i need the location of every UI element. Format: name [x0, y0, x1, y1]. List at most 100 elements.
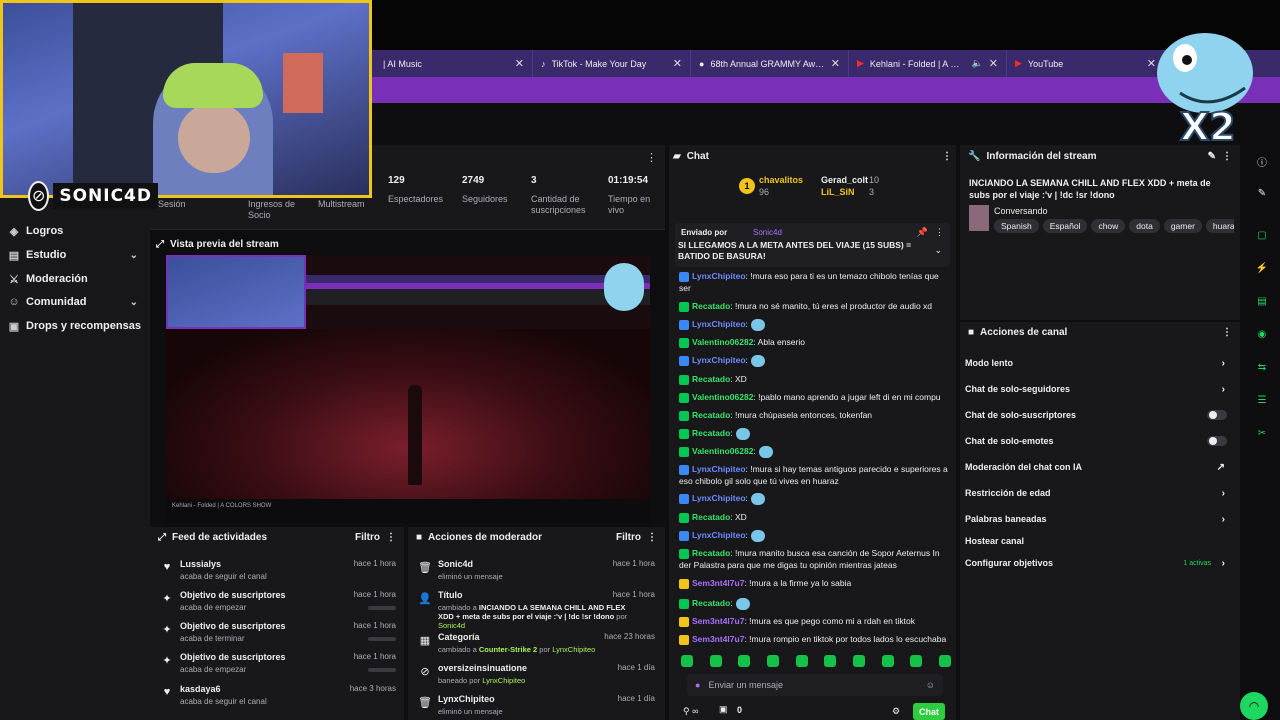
pin-icon[interactable]: 📌 — [917, 227, 928, 238]
feed-item[interactable]: ♥ Lussialys acaba de seguir el canal hace 1… — [150, 557, 404, 587]
chat-username[interactable]: Sem3nt4l7u7 — [692, 616, 744, 626]
close-icon[interactable]: ✕ — [515, 57, 524, 70]
chat-message[interactable]: LynxChipiteo: — [679, 529, 949, 542]
arrows-icon[interactable]: ⤢ — [158, 532, 166, 543]
chat-username[interactable]: Recatado — [692, 428, 730, 438]
browser-tab[interactable]: ● 68th Annual GRAMMY Awards ✕ — [691, 50, 849, 77]
raid-icon[interactable]: ⇆ — [1252, 357, 1272, 377]
chat-username[interactable]: Sem3nt4l7u7 — [692, 634, 744, 644]
chat-username[interactable]: Recatado — [692, 598, 730, 608]
close-icon[interactable]: ✕ — [831, 57, 840, 70]
chat-message[interactable]: Recatado: — [679, 597, 949, 610]
emote-icon[interactable] — [852, 655, 865, 667]
speaker-icon[interactable]: 🔈 — [972, 58, 983, 69]
action-goals[interactable]: Configurar objetivos 1 activas › — [965, 555, 1235, 571]
chat-username[interactable]: LynxChipiteo — [692, 464, 746, 474]
chat-username[interactable]: Recatado — [692, 410, 730, 420]
chat-username[interactable]: LynxChipiteo — [692, 271, 746, 281]
info-icon[interactable]: ⓘ — [1252, 151, 1272, 171]
tag[interactable]: huaraci — [1205, 219, 1234, 233]
stream-category[interactable]: Conversando — [994, 206, 1048, 216]
lightning-icon[interactable]: ⚡ — [1252, 258, 1272, 278]
channel-points-icon[interactable]: ⚲ ∞ — [683, 706, 699, 717]
tag[interactable]: Español — [1042, 219, 1088, 233]
feed-item[interactable]: ✦ Objetivo de suscriptores acaba de termin… — [150, 619, 404, 649]
emote-icon[interactable] — [910, 655, 923, 667]
emote-icon[interactable] — [938, 655, 951, 667]
more-icon[interactable]: ⋮ — [647, 532, 657, 543]
action-followers-only[interactable]: Chat de solo-seguidores › — [965, 381, 1235, 397]
toggle-switch[interactable] — [1207, 410, 1227, 420]
help-icon[interactable]: ◠ — [1240, 692, 1268, 720]
chat-message[interactable]: LynxChipiteo: !mura si hay temas antiguo… — [679, 463, 949, 487]
sidebar-item-estudio[interactable]: ▤ Estudio ⌄ — [0, 244, 150, 266]
chat-message[interactable]: Sem3nt4l7u7: !mura rompio en tiktok por … — [679, 633, 949, 645]
action-subs-only[interactable]: Chat de solo-suscriptores — [965, 407, 1235, 423]
more-icon[interactable]: ⋮ — [1222, 151, 1232, 162]
chat-username[interactable]: Valentino06282 — [692, 446, 753, 456]
chat-username[interactable]: LynxChipiteo — [692, 493, 746, 503]
more-icon[interactable]: ⋮ — [386, 532, 396, 543]
action-banned-words[interactable]: Palabras baneadas › — [965, 511, 1235, 527]
chat-message[interactable]: LynxChipiteo: — [679, 492, 949, 505]
emote-icon[interactable] — [824, 655, 837, 667]
chat-bubble-icon[interactable]: ◉ — [1252, 324, 1272, 344]
modact-item[interactable]: ⊘ oversizeinsinuatione baneado por LynxChi… — [408, 661, 665, 689]
chat-username[interactable]: LynxChipiteo — [692, 319, 746, 329]
chat-send-button[interactable]: Chat — [913, 703, 945, 720]
tag[interactable]: dota — [1129, 219, 1160, 233]
chat-username[interactable]: Valentino06282 — [692, 392, 753, 402]
stream-preview[interactable]: Kehlani - Folded | A COLORS SHOW — [166, 255, 650, 523]
chat-username[interactable]: LynxChipiteo — [692, 530, 746, 540]
more-icon[interactable]: ⋮ — [646, 151, 657, 164]
action-emotes-only[interactable]: Chat de solo-emotes — [965, 433, 1235, 449]
chat-username[interactable]: Recatado — [692, 548, 730, 558]
feed-item[interactable]: ✦ Objetivo de suscriptores acaba de empeza… — [150, 650, 404, 680]
chat-message[interactable]: LynxChipiteo: — [679, 354, 949, 367]
browser-tab[interactable]: ▶ YouTube ✕ — [1007, 50, 1165, 77]
stack-icon[interactable]: ☰ — [1252, 390, 1272, 410]
action-host-channel[interactable]: Hostear canal — [965, 533, 1235, 549]
chat-message[interactable]: LynxChipiteo: — [679, 318, 949, 331]
emote-icon[interactable] — [709, 655, 722, 667]
emote-icon[interactable] — [766, 655, 779, 667]
arrows-icon[interactable]: ⤢ — [156, 239, 164, 250]
modact-item[interactable]: 🗑 LynxChipiteo eliminó un mensaje hace 1 dí… — [408, 692, 665, 720]
chat-username[interactable]: Recatado — [692, 512, 730, 522]
action-slow-mode[interactable]: Modo lento › — [965, 355, 1235, 371]
clip-icon[interactable]: ▢ — [1252, 225, 1272, 245]
emote-icon[interactable] — [881, 655, 894, 667]
modact-item[interactable]: 👤 Título cambiado a INCIANDO LA SEMANA CHI… — [408, 588, 665, 630]
gear-icon[interactable]: ⚙ — [892, 706, 900, 717]
chat-leaderboard[interactable]: 1 chavalitos 96 Gerad_colt 10 LiL_SiN 3 — [739, 175, 949, 199]
chat-message[interactable]: Recatado: !mura no sé manito, tú eres el… — [679, 300, 949, 312]
chat-message[interactable]: Valentino06282: !pablo mano aprendo a ju… — [679, 391, 949, 403]
chat-message[interactable]: Recatado: XD — [679, 511, 949, 523]
more-icon[interactable]: ⋮ — [935, 227, 944, 238]
filter-button[interactable]: Filtro — [616, 532, 641, 543]
sidebar-item-comunidad[interactable]: ☺ Comunidad ⌄ — [0, 291, 150, 313]
chat-message[interactable]: Valentino06282: Abla enserio — [679, 336, 949, 348]
chat-message[interactable]: LynxChipiteo: !mura eso para ti es un te… — [679, 270, 949, 294]
chat-message[interactable]: Sem3nt4l7u7: !mura a la firme ya lo sabi… — [679, 577, 949, 589]
more-icon[interactable]: ⋮ — [1222, 327, 1232, 338]
emote-icon[interactable] — [738, 655, 751, 667]
chat-username[interactable]: Recatado — [692, 301, 730, 311]
list-icon[interactable]: ▤ — [1252, 291, 1272, 311]
filter-button[interactable]: Filtro — [355, 532, 380, 543]
chat-message[interactable]: Recatado: !mura chúpasela entonces, toke… — [679, 409, 949, 421]
action-age-restriction[interactable]: Restricción de edad › — [965, 485, 1235, 501]
browser-tab[interactable]: ♪ TikTok - Make Your Day ✕ — [533, 50, 691, 77]
chat-username[interactable]: Recatado — [692, 374, 730, 384]
modact-item[interactable]: 🗑 Sonic4d eliminó un mensaje hace 1 hora — [408, 557, 665, 585]
feed-item[interactable]: ♥ kasdaya6 acaba de seguir el canal hace 3 … — [150, 682, 404, 712]
close-icon[interactable]: ✕ — [989, 57, 998, 70]
chat-message[interactable]: Recatado: XD — [679, 373, 949, 385]
emoji-icon[interactable]: ☺ — [926, 680, 935, 690]
sidebar-item-drops[interactable]: ▣ Drops y recompensas — [0, 315, 150, 337]
tag[interactable]: gamer — [1163, 219, 1202, 233]
toggle-switch[interactable] — [1207, 436, 1227, 446]
browser-tab[interactable]: ▶ Kehlani - Folded | A COLOR 🔈 ✕ — [849, 50, 1007, 77]
chat-username[interactable]: Sem3nt4l7u7 — [692, 578, 744, 588]
modact-item[interactable]: ▦ Categoría cambiado a Counter-Strike 2 po… — [408, 630, 665, 658]
